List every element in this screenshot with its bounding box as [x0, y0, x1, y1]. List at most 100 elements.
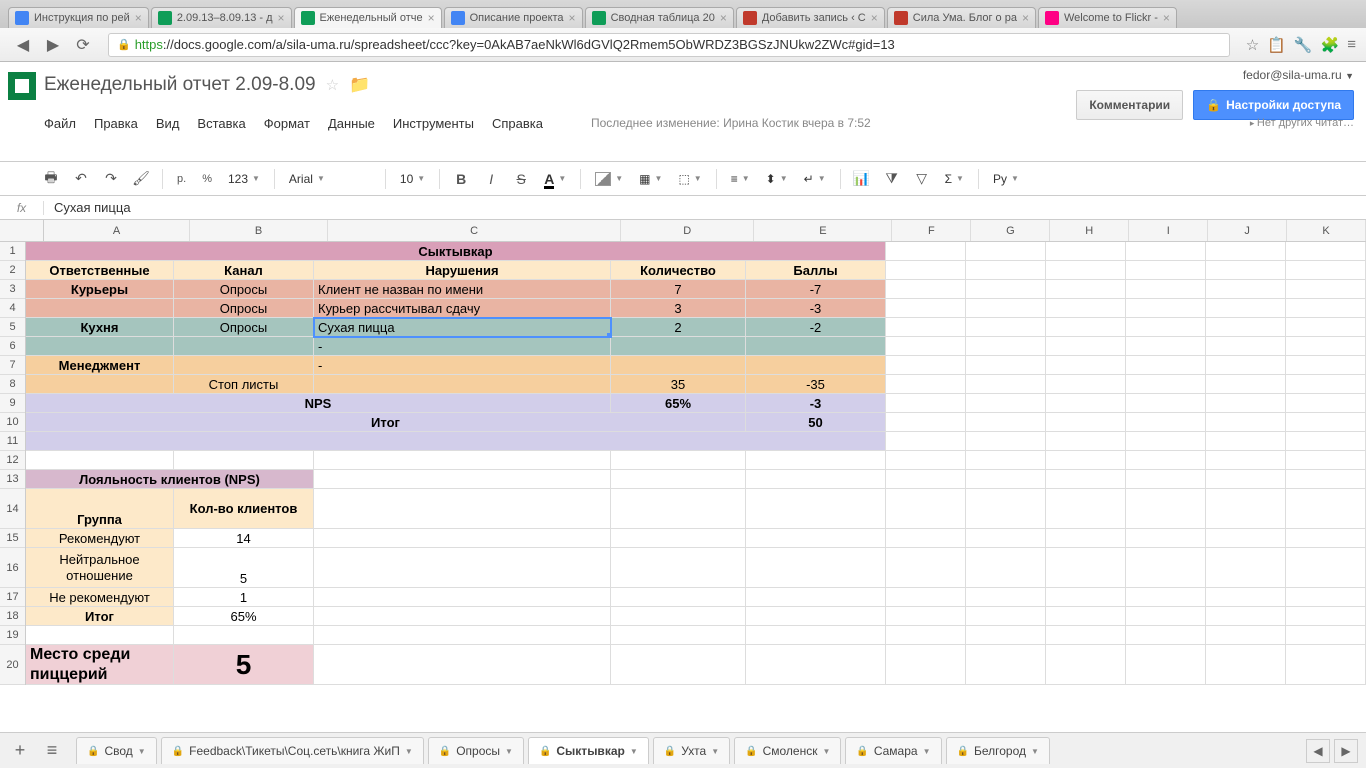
- menu-icon[interactable]: ≡: [1347, 36, 1356, 53]
- cell[interactable]: [746, 470, 886, 489]
- url-input[interactable]: 🔒 https://docs.google.com/a/sila-uma.ru/…: [108, 33, 1230, 57]
- cell[interactable]: [886, 470, 966, 489]
- column-header[interactable]: D: [621, 220, 754, 241]
- cell[interactable]: 1: [174, 588, 314, 607]
- cell[interactable]: [1126, 529, 1206, 548]
- cell[interactable]: [1126, 318, 1206, 337]
- sheet-tab[interactable]: 🔒Feedback\Тикеты\Соц.сеть\книга ЖиП▼: [161, 737, 424, 764]
- cell[interactable]: [611, 645, 746, 685]
- wrap-button[interactable]: ↵▼: [800, 169, 830, 189]
- menu-item[interactable]: Формат: [264, 116, 310, 131]
- cell[interactable]: [1286, 261, 1366, 280]
- column-header[interactable]: G: [971, 220, 1050, 241]
- star-toggle-icon[interactable]: ☆: [326, 76, 339, 94]
- row-headers[interactable]: 1234567891011121314151617181920: [0, 242, 26, 685]
- cell[interactable]: [1286, 432, 1366, 451]
- cell[interactable]: [746, 588, 886, 607]
- cell[interactable]: [966, 451, 1046, 470]
- cell[interactable]: Итог: [26, 607, 174, 626]
- cell[interactable]: [314, 489, 611, 529]
- cell[interactable]: [314, 588, 611, 607]
- chevron-down-icon[interactable]: ▼: [505, 747, 513, 756]
- column-header[interactable]: B: [190, 220, 328, 241]
- cell[interactable]: [1046, 548, 1126, 588]
- cell[interactable]: [1286, 356, 1366, 375]
- cell[interactable]: [1046, 375, 1126, 394]
- cell[interactable]: [1206, 337, 1286, 356]
- column-header[interactable]: F: [892, 220, 971, 241]
- cell[interactable]: [886, 356, 966, 375]
- row-header[interactable]: 5: [0, 318, 25, 337]
- menu-item[interactable]: Данные: [328, 116, 375, 131]
- row-header[interactable]: 18: [0, 607, 25, 626]
- cell[interactable]: 35: [611, 375, 746, 394]
- cell[interactable]: -: [314, 337, 611, 356]
- cell[interactable]: [886, 451, 966, 470]
- cell[interactable]: [1046, 280, 1126, 299]
- cell[interactable]: Не рекомендуют: [26, 588, 174, 607]
- row-header[interactable]: 19: [0, 626, 25, 645]
- cell[interactable]: [1046, 261, 1126, 280]
- cell[interactable]: [26, 626, 174, 645]
- cell[interactable]: [746, 451, 886, 470]
- cell[interactable]: Менеджмент: [26, 356, 174, 375]
- cell[interactable]: [1046, 451, 1126, 470]
- row-header[interactable]: 15: [0, 529, 25, 548]
- cell[interactable]: 50: [746, 413, 886, 432]
- cell[interactable]: [1286, 280, 1366, 299]
- row-header[interactable]: 9: [0, 394, 25, 413]
- doc-title[interactable]: Еженедельный отчет 2.09-8.09: [44, 74, 316, 96]
- cell[interactable]: [966, 299, 1046, 318]
- cell[interactable]: [1126, 451, 1206, 470]
- cell[interactable]: Курьеры: [26, 280, 174, 299]
- cell[interactable]: [966, 356, 1046, 375]
- all-sheets-button[interactable]: ≡: [40, 739, 64, 763]
- formula-input[interactable]: Сухая пицца: [44, 200, 131, 215]
- text-color-button[interactable]: A▼: [540, 168, 570, 190]
- cell[interactable]: 65%: [174, 607, 314, 626]
- cell[interactable]: [746, 529, 886, 548]
- cell[interactable]: [1126, 470, 1206, 489]
- cell[interactable]: -2: [746, 318, 886, 337]
- sheet-tab[interactable]: 🔒Свод▼: [76, 737, 157, 764]
- back-button[interactable]: ◀: [10, 32, 36, 58]
- cell[interactable]: [1286, 529, 1366, 548]
- number-format-button[interactable]: 123▼: [224, 169, 264, 189]
- cell[interactable]: [1286, 318, 1366, 337]
- cell[interactable]: [1046, 645, 1126, 685]
- row-header[interactable]: 14: [0, 489, 25, 529]
- cell[interactable]: [314, 451, 611, 470]
- cell[interactable]: [1126, 626, 1206, 645]
- row-header[interactable]: 1: [0, 242, 25, 261]
- cell[interactable]: [1126, 261, 1206, 280]
- browser-tab[interactable]: Еженедельный отче×: [294, 7, 442, 28]
- cell[interactable]: Количество: [611, 261, 746, 280]
- cell[interactable]: [1206, 394, 1286, 413]
- cell[interactable]: -3: [746, 299, 886, 318]
- row-header[interactable]: 8: [0, 375, 25, 394]
- redo-icon[interactable]: ↷: [100, 168, 122, 190]
- cell[interactable]: Кол-во клиентов: [174, 489, 314, 529]
- cell[interactable]: Итог: [26, 413, 746, 432]
- cell[interactable]: [26, 375, 174, 394]
- cell[interactable]: [1206, 356, 1286, 375]
- tab-close-icon[interactable]: ×: [1163, 11, 1170, 25]
- cell[interactable]: [966, 626, 1046, 645]
- cell[interactable]: [886, 394, 966, 413]
- row-header[interactable]: 6: [0, 337, 25, 356]
- sheet-tab[interactable]: 🔒Опросы▼: [428, 737, 524, 764]
- cell[interactable]: [1206, 470, 1286, 489]
- select-all-corner[interactable]: [0, 220, 44, 242]
- cell[interactable]: [611, 337, 746, 356]
- cell[interactable]: [1046, 242, 1126, 261]
- cell[interactable]: [611, 451, 746, 470]
- tab-close-icon[interactable]: ×: [1022, 11, 1029, 25]
- cell[interactable]: [1206, 432, 1286, 451]
- row-header[interactable]: 7: [0, 356, 25, 375]
- cell[interactable]: [1206, 626, 1286, 645]
- cell[interactable]: [1286, 375, 1366, 394]
- cell[interactable]: [966, 489, 1046, 529]
- cell[interactable]: [966, 607, 1046, 626]
- cell[interactable]: Группа: [26, 489, 174, 529]
- cell[interactable]: [1046, 394, 1126, 413]
